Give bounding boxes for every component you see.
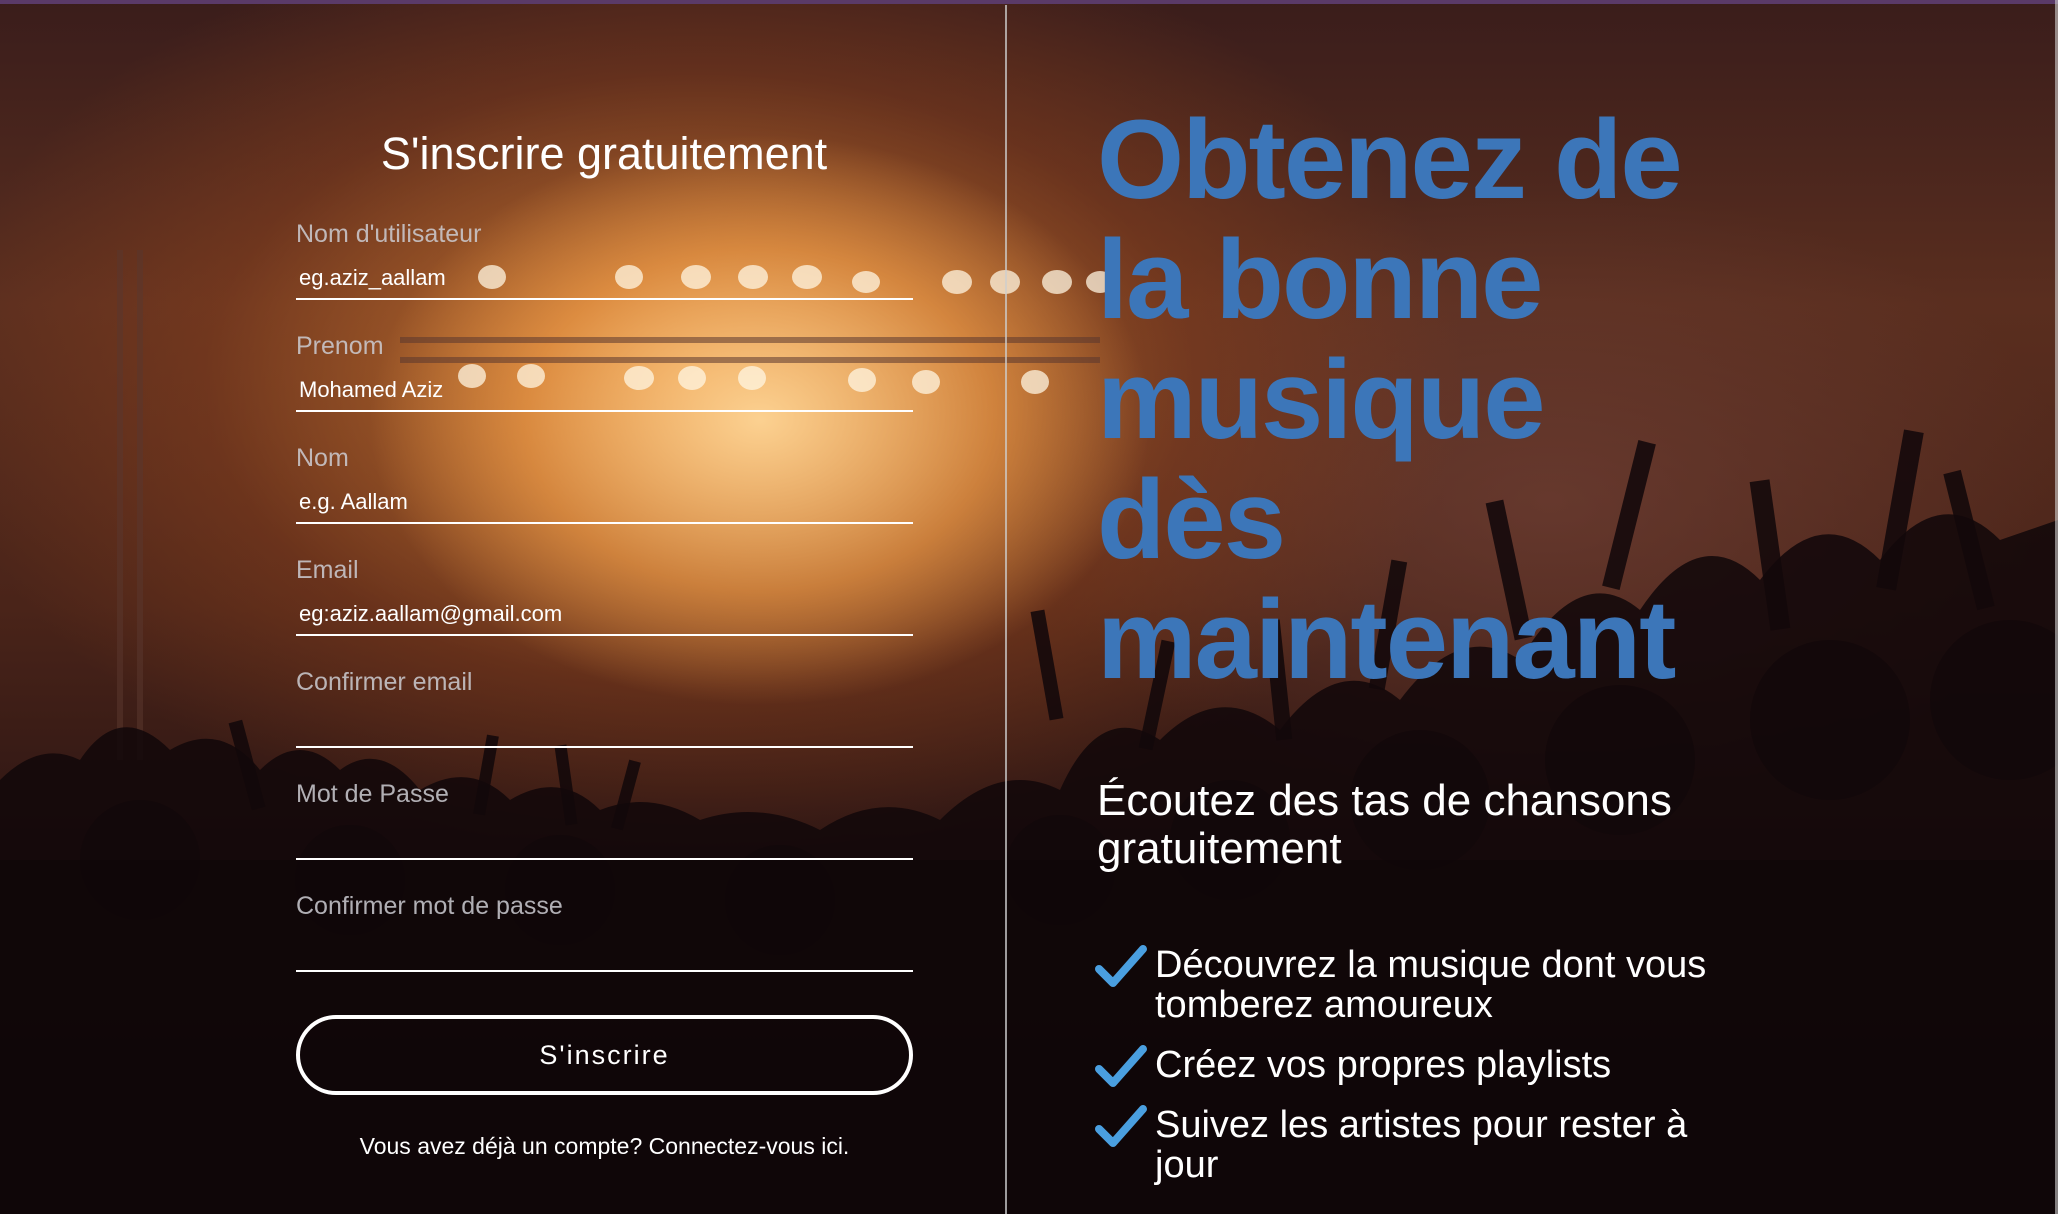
promo-headline: Obtenez de la bonne musique dès maintena… [1097,100,1997,700]
email-input[interactable] [296,594,913,636]
form-title: S'inscrire gratuitement [380,128,828,179]
headline-line: Obtenez de [1097,97,1683,222]
column-divider [1005,5,1007,1214]
lastname-label: Nom [296,444,349,472]
confirm-password-field-group: Confirmer mot de passe [296,892,913,982]
confirm-email-input[interactable] [296,706,913,748]
signup-button[interactable]: S'inscrire [296,1015,913,1095]
feature-item: Découvrez la musique dont vous tomberez … [1095,945,1735,1025]
feature-text: Créez vos propres playlists [1155,1044,1612,1086]
top-border [0,0,2058,4]
firstname-field-group: Prenom [296,332,913,422]
login-link[interactable]: Vous avez déjà un compte? Connectez-vous… [360,1133,850,1159]
headline-line: maintenant [1097,577,1676,702]
login-prompt: Vous avez déjà un compte? Connectez-vous… [296,1133,913,1160]
password-label: Mot de Passe [296,780,449,808]
feature-item: Créez vos propres playlists [1095,1044,1735,1087]
feature-list: Découvrez la musique dont vous tomberez … [1095,945,1735,1205]
signup-page: S'inscrire gratuitement Nom d'utilisateu… [0,0,2058,1214]
headline-line: musique [1097,337,1546,462]
lastname-field-group: Nom [296,444,913,534]
promo-subtitle: Écoutez des tas de chansons gratuitement [1097,776,1672,873]
confirm-password-input[interactable] [296,930,913,972]
confirm-password-label: Confirmer mot de passe [296,892,563,920]
confirm-email-label: Confirmer email [296,668,473,696]
username-field-group: Nom d'utilisateur [296,220,913,310]
username-input[interactable] [296,258,913,300]
feature-item: Suivez les artistes pour rester à jour [1095,1105,1735,1185]
feature-text: Découvrez la musique dont vous tomberez … [1155,944,1707,1026]
confirm-email-field-group: Confirmer email [296,668,913,758]
password-field-group: Mot de Passe [296,780,913,870]
feature-text: Suivez les artistes pour rester à jour [1155,1104,1688,1186]
email-label: Email [296,556,359,584]
email-field-group: Email [296,556,913,646]
password-input[interactable] [296,818,913,860]
firstname-label: Prenom [296,332,384,360]
checkmark-icon [1095,1105,1147,1147]
headline-line: dès [1097,457,1286,582]
username-label: Nom d'utilisateur [296,220,482,248]
checkmark-icon [1095,1045,1147,1087]
checkmark-icon [1095,945,1147,987]
headline-line: la bonne [1097,217,1543,342]
lastname-input[interactable] [296,482,913,524]
firstname-input[interactable] [296,370,913,412]
